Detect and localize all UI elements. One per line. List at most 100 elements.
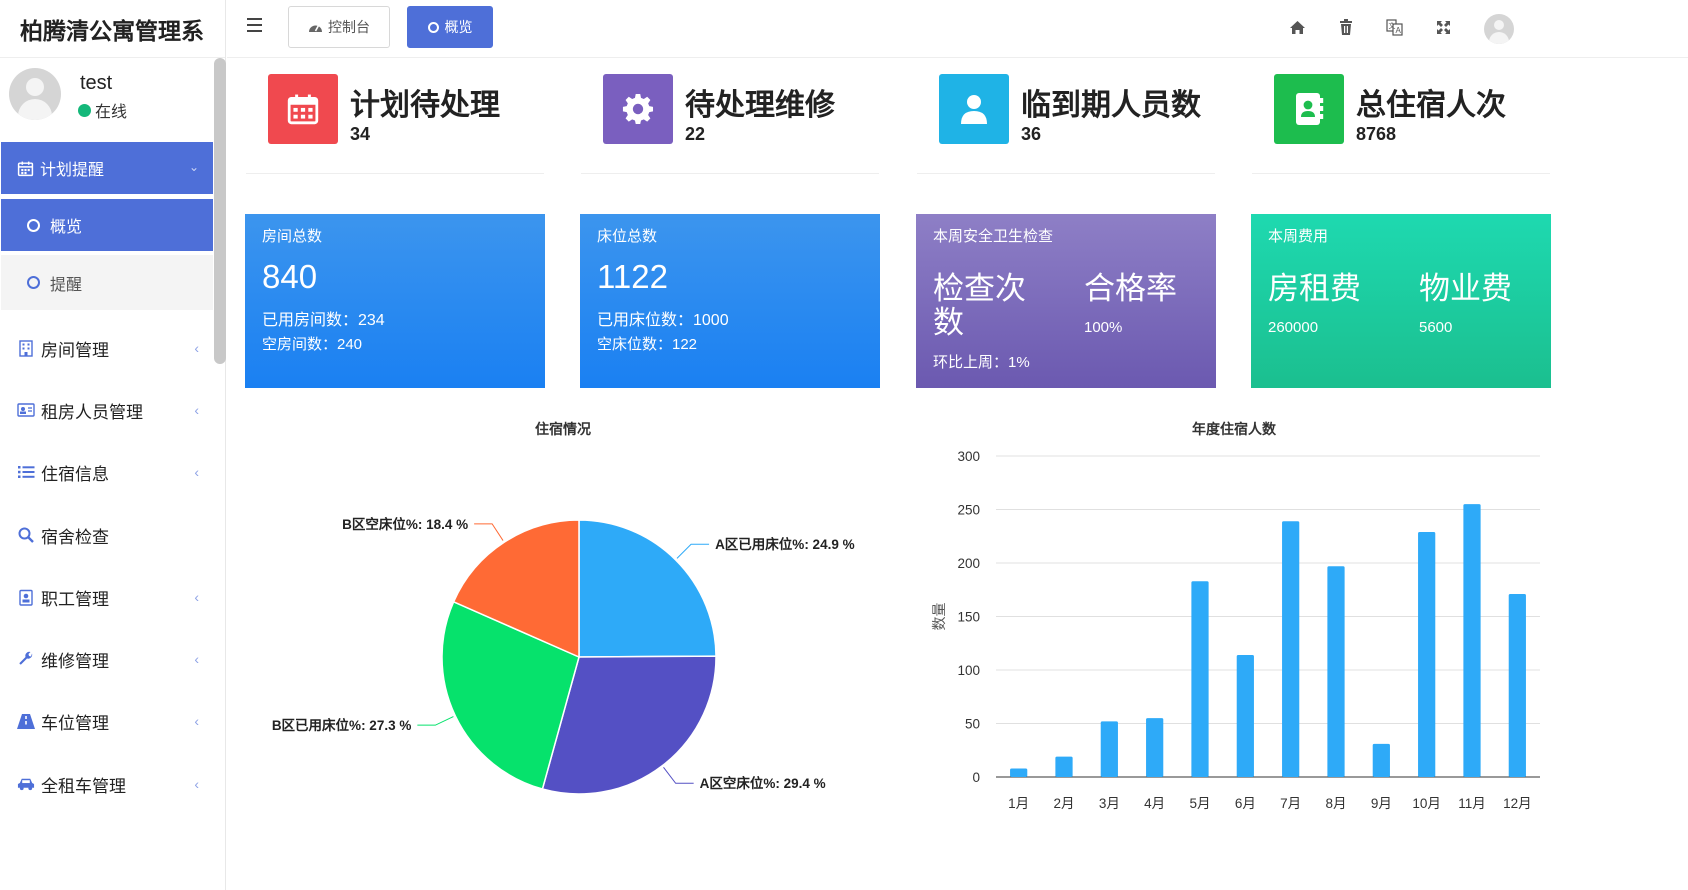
- y-tick-label: 50: [965, 717, 980, 732]
- sidebar-item-label: 计划提醒: [40, 162, 105, 179]
- user-status-label: 在线: [95, 104, 128, 121]
- pie-label-line: [417, 716, 454, 726]
- card-property-fee-value: 5600: [1419, 319, 1453, 336]
- home-icon[interactable]: [1287, 17, 1307, 37]
- pie-slice-label: B区空床位%: 18.4 %: [342, 516, 468, 532]
- tab-dashboard[interactable]: 控制台: [288, 6, 390, 48]
- sidebar-item-dorm-inspection[interactable]: 宿舍检查: [1, 510, 213, 560]
- bar[interactable]: [1418, 531, 1436, 777]
- app-title: 柏腾清公寓管理系: [0, 0, 225, 58]
- list-icon: [17, 463, 35, 481]
- bar[interactable]: [1236, 655, 1254, 777]
- user-avatar-top[interactable]: [1484, 14, 1514, 44]
- circle-icon: [427, 21, 439, 33]
- card-used-beds: 已用床位数：1000: [597, 312, 729, 329]
- y-tick-label: 150: [957, 610, 980, 625]
- card-rent-label: 房租费: [1268, 271, 1361, 306]
- circle-icon: [27, 218, 40, 232]
- x-tick-label: 12月: [1503, 796, 1532, 811]
- sidebar-item-plan-reminder[interactable]: 计划提醒 ⌄: [1, 142, 213, 194]
- info-box-repairs: 待处理维修 22: [581, 72, 879, 174]
- bar[interactable]: [1508, 594, 1526, 777]
- pie-slice-label: B区已用床位%: 27.3 %: [272, 717, 412, 733]
- bar[interactable]: [1055, 756, 1073, 777]
- user-status: 在线: [78, 98, 127, 122]
- trash-icon[interactable]: [1336, 17, 1356, 37]
- card-title: 本周安全卫生检查: [933, 228, 1054, 245]
- sidebar-item-label: 车位管理: [41, 713, 109, 733]
- sidebar-scrollbar[interactable]: [214, 58, 226, 364]
- bar[interactable]: [1372, 743, 1390, 777]
- online-dot-icon: [78, 103, 91, 117]
- pie-slice[interactable]: [578, 519, 717, 658]
- y-axis-label: 数量: [931, 603, 947, 631]
- sidebar-item-maintenance[interactable]: 维修管理 ‹: [1, 634, 213, 684]
- bar[interactable]: [1282, 521, 1300, 777]
- card-pass-rate-value: 100%: [1084, 319, 1123, 336]
- fullscreen-icon[interactable]: [1433, 17, 1453, 37]
- card-safety-check: 本周安全卫生检查 检查次数 合格率 100% 环比上周：1%: [916, 214, 1216, 388]
- bar[interactable]: [1327, 566, 1345, 777]
- bar[interactable]: [1146, 718, 1164, 777]
- building-icon: [17, 339, 35, 357]
- card-pass-rate-label: 合格率: [1084, 271, 1177, 306]
- bar-chart: 0 50 100 150 200 250 300 数量 1月 2月 3月 4月 5月 6月 7月 8月 9月 10…: [931, 449, 1540, 811]
- bar[interactable]: [1100, 721, 1118, 777]
- pie-chart: A区已用床位%: 24.9 % A区空床位%: 29.4 % B区已用床位%: 27…: [272, 516, 855, 795]
- x-tick-label: 1月: [1008, 796, 1029, 811]
- card-title: 本周费用: [1268, 228, 1329, 245]
- info-box-title: 临到期人员数: [1021, 89, 1201, 122]
- sidebar-subitem-overview[interactable]: 概览: [1, 199, 213, 251]
- card-value: 840: [262, 258, 318, 295]
- pie-label-line: [676, 543, 710, 559]
- id-card-icon: [17, 401, 35, 419]
- sidebar-item-rooms[interactable]: 房间管理 ‹: [1, 323, 213, 373]
- sidebar-item-label: 住宿信息: [41, 464, 109, 484]
- sidebar-item-accommodation[interactable]: 住宿信息 ‹: [1, 447, 213, 497]
- bar[interactable]: [1010, 768, 1028, 777]
- translate-icon[interactable]: A文: [1384, 17, 1404, 37]
- svg-text:A: A: [1395, 26, 1401, 35]
- sidebar-subitem-reminder[interactable]: 提醒: [1, 255, 213, 310]
- bar[interactable]: [1463, 504, 1481, 777]
- sidebar-item-label: 职工管理: [41, 589, 109, 609]
- card-weekly-fees: 本周费用 房租费 260000 物业费 5600: [1251, 214, 1551, 388]
- card-title: 房间总数: [262, 228, 323, 245]
- info-box-total-stays: 总住宿人次 8768: [1252, 72, 1550, 174]
- search-icon: [17, 526, 35, 544]
- user-icon: [939, 74, 1009, 144]
- card-total-beds: 床位总数 1122 已用床位数：1000 空床位数：122: [580, 214, 880, 388]
- sidebar-item-tenants[interactable]: 租房人员管理 ‹: [1, 385, 213, 435]
- card-empty-beds: 空床位数：122: [597, 336, 698, 353]
- sidebar-item-parking[interactable]: 车位管理 ‹: [1, 696, 213, 746]
- tab-label: 控制台: [328, 19, 370, 35]
- pie-slice-label: A区已用床位%: 24.9 %: [715, 536, 855, 552]
- x-tick-label: 2月: [1053, 796, 1074, 811]
- car-icon: [17, 775, 35, 793]
- sidebar-subitem-label: 概览: [50, 219, 83, 236]
- pie-label-line: [663, 767, 694, 784]
- sidebar-item-label: 房间管理: [41, 340, 109, 360]
- x-tick-label: 4月: [1144, 796, 1165, 811]
- y-tick-label: 300: [957, 449, 980, 464]
- card-total-rooms: 房间总数 840 已用房间数：234 空房间数：240: [245, 214, 545, 388]
- bar[interactable]: [1191, 581, 1209, 777]
- bar-chart-title: 年度住宿人数: [1192, 421, 1276, 437]
- chevron-left-icon: ‹: [194, 340, 199, 356]
- user-avatar: [9, 68, 61, 120]
- tab-label: 概览: [444, 19, 473, 35]
- svg-text:文: 文: [1388, 21, 1395, 30]
- sidebar-item-car-rental[interactable]: 全租车管理 ‹: [1, 759, 213, 809]
- info-box-title: 总住宿人次: [1356, 89, 1506, 122]
- tab-overview[interactable]: 概览: [407, 6, 493, 48]
- hamburger-menu-icon[interactable]: [247, 18, 262, 32]
- chevron-left-icon: ‹: [194, 402, 199, 418]
- sidebar-item-label: 租房人员管理: [41, 402, 143, 422]
- info-box-value: 8768: [1356, 124, 1397, 144]
- sidebar-item-staff[interactable]: 职工管理 ‹: [1, 572, 213, 622]
- contact-book-icon: [1274, 74, 1344, 144]
- card-rent-value: 260000: [1268, 319, 1319, 336]
- x-tick-label: 9月: [1371, 796, 1392, 811]
- y-tick-label: 0: [972, 770, 980, 785]
- pie-slice-label: A区空床位%: 29.4 %: [700, 775, 826, 791]
